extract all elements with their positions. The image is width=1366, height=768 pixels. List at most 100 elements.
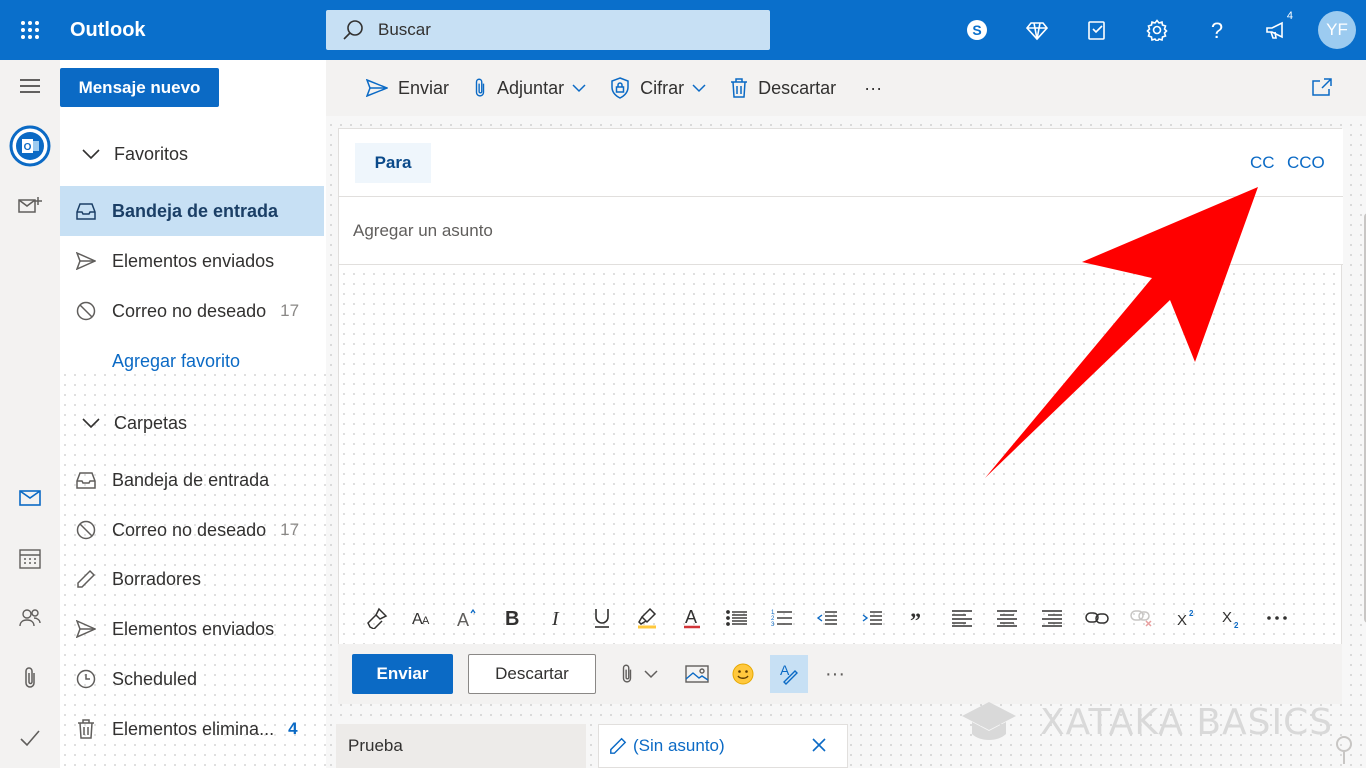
folders-header[interactable]: Carpetas <box>60 398 326 448</box>
unread-count: 17 <box>280 520 300 539</box>
folder-inbox[interactable]: Bandeja de entrada <box>60 455 324 505</box>
send-button[interactable]: Enviar <box>352 654 453 694</box>
hamburger-button[interactable] <box>0 66 60 106</box>
premium-button[interactable] <box>1007 0 1067 60</box>
tab-draft-label: (Sin asunto) <box>633 736 725 755</box>
diamond-icon <box>1026 22 1048 41</box>
avatar[interactable]: YF <box>1318 11 1356 49</box>
mail-rail-button[interactable] <box>0 478 60 518</box>
quote-button[interactable]: ” <box>894 600 939 636</box>
trash-icon <box>731 78 748 98</box>
numbered-list-icon: 123 <box>771 610 792 627</box>
new-mail-rail-button[interactable] <box>0 186 60 226</box>
folder-deleted[interactable]: Elementos elimina... 4 <box>60 704 324 754</box>
emoji-button[interactable] <box>724 655 762 693</box>
align-center-button[interactable] <box>984 600 1029 636</box>
format-painter-button[interactable] <box>354 600 399 636</box>
toolbar-more-button[interactable]: ··· <box>864 78 882 99</box>
tab-prueba[interactable]: Prueba <box>336 724 586 768</box>
favorites-header[interactable]: Favoritos <box>60 129 326 179</box>
to-button[interactable]: Para <box>355 143 431 183</box>
editor-button[interactable]: A <box>770 655 808 693</box>
chevron-down-icon <box>82 418 100 429</box>
popout-button[interactable] <box>1312 78 1332 101</box>
app-rail: O <box>0 60 60 768</box>
skype-button[interactable]: S <box>947 0 1007 60</box>
compose-action-bar: Enviar Descartar A ··· <box>338 644 1342 704</box>
toolbar-attach-button[interactable]: Adjuntar <box>473 77 586 99</box>
insert-image-button[interactable] <box>678 655 716 693</box>
tab-draft[interactable]: (Sin asunto) <box>598 724 848 768</box>
question-icon: ? <box>1211 19 1223 41</box>
toolbar-send-button[interactable]: Enviar <box>366 78 449 99</box>
cc-button[interactable]: CC <box>1250 153 1275 173</box>
align-left-icon <box>951 610 972 627</box>
settings-button[interactable] <box>1127 0 1187 60</box>
checkmark-icon <box>20 730 40 747</box>
more-actions-button[interactable]: ··· <box>816 655 854 693</box>
bcc-button[interactable]: CCO <box>1287 153 1325 173</box>
italic-button[interactable]: I <box>534 600 579 636</box>
align-right-button[interactable] <box>1029 600 1074 636</box>
toolbar-encrypt-button[interactable]: Cifrar <box>610 77 706 99</box>
attach-button[interactable] <box>614 655 664 693</box>
subject-row <box>339 197 1343 265</box>
toolbar-discard-label: Descartar <box>758 77 837 98</box>
folder-junk[interactable]: Correo no deseado 17 <box>60 505 324 555</box>
discard-button[interactable]: Descartar <box>468 654 596 694</box>
subject-input[interactable] <box>353 215 1253 247</box>
files-rail-button[interactable] <box>0 658 60 698</box>
folder-drafts[interactable]: Borradores <box>60 554 324 604</box>
hamburger-icon <box>20 79 40 93</box>
bold-button[interactable]: B <box>489 600 534 636</box>
superscript-icon: X2 <box>1177 609 1194 628</box>
bullets-button[interactable] <box>714 600 759 636</box>
font-grow-button[interactable]: A <box>444 600 489 636</box>
people-rail-button[interactable] <box>0 598 60 638</box>
pin-icon[interactable] <box>1334 734 1354 764</box>
underline-button[interactable] <box>579 600 624 636</box>
unlink-icon <box>1129 610 1152 627</box>
font-color-button[interactable]: A <box>669 600 714 636</box>
align-left-button[interactable] <box>939 600 984 636</box>
insert-link-button[interactable] <box>1074 600 1119 636</box>
notifications-button[interactable]: 4 <box>1247 0 1307 60</box>
toolbar-encrypt-label: Cifrar <box>640 77 685 98</box>
todo-rail-button[interactable] <box>0 718 60 758</box>
decrease-indent-button[interactable] <box>804 600 849 636</box>
close-icon[interactable] <box>811 737 827 753</box>
folder-scheduled[interactable]: Scheduled <box>60 654 324 704</box>
tasks-button[interactable] <box>1067 0 1127 60</box>
increase-indent-button[interactable] <box>849 600 894 636</box>
favorite-junk[interactable]: Correo no deseado 17 <box>60 286 324 336</box>
favorite-sent[interactable]: Elementos enviados <box>60 236 324 286</box>
add-favorite-link[interactable]: Agregar favorito <box>60 336 324 386</box>
folder-sent[interactable]: Elementos enviados <box>60 604 324 654</box>
svg-text:X: X <box>1222 609 1232 626</box>
numbering-button[interactable]: 123 <box>759 600 804 636</box>
new-message-button[interactable]: Mensaje nuevo <box>60 68 219 107</box>
decrease-indent-icon <box>816 611 837 625</box>
highlight-button[interactable] <box>624 600 669 636</box>
align-center-icon <box>996 610 1017 627</box>
skype-icon: S <box>967 20 987 40</box>
font-size-button[interactable]: AA <box>399 600 444 636</box>
favorite-inbox[interactable]: Bandeja de entrada <box>60 186 324 236</box>
block-icon <box>76 520 96 540</box>
help-button[interactable]: ? <box>1187 0 1247 60</box>
outlook-app-button[interactable]: O <box>0 124 60 168</box>
search-box[interactable]: Buscar <box>326 10 770 50</box>
calendar-rail-button[interactable] <box>0 538 60 578</box>
superscript-button[interactable]: X2 <box>1164 600 1209 636</box>
toolbar-discard-button[interactable]: Descartar <box>730 77 836 99</box>
svg-text:2: 2 <box>1189 609 1194 618</box>
app-title[interactable]: Outlook <box>70 19 326 42</box>
more-format-button[interactable] <box>1254 600 1299 636</box>
command-bar: Enviar Adjuntar Cifrar Descartar ··· <box>326 60 1366 116</box>
app-launcher-button[interactable] <box>0 0 60 60</box>
calendar-icon <box>19 549 41 569</box>
folder-label: Elementos elimina... <box>112 718 275 739</box>
remove-link-button[interactable] <box>1119 600 1164 636</box>
clipboard-check-icon <box>1088 21 1105 40</box>
subscript-button[interactable]: X2 <box>1209 600 1254 636</box>
